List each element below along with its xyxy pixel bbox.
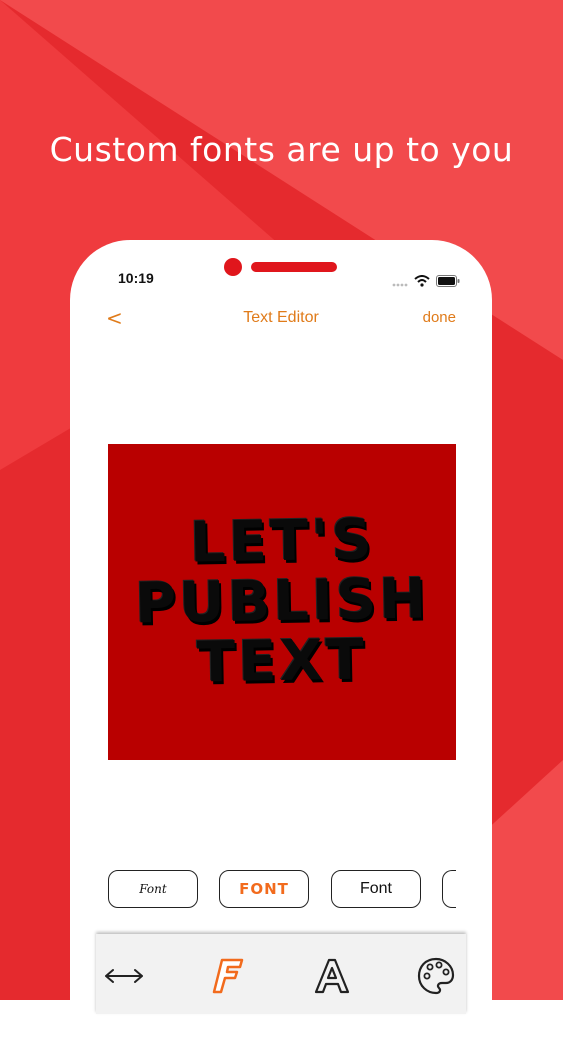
letter-a-icon [314,958,350,994]
done-button[interactable]: done [423,309,456,326]
status-icons [392,272,460,291]
bottom-toolbar [96,934,466,1014]
text-canvas[interactable]: LET'S PUBLISH TEXT [108,444,456,760]
nav-bar: < Text Editor done [70,306,492,330]
font-f-icon [212,958,244,994]
font-options-row: Font FONT Font [106,868,456,912]
text-tool-button[interactable] [310,954,354,998]
resize-tool-button[interactable] [102,954,146,998]
font-option-label: Font [139,882,167,896]
status-time: 10:19 [118,270,154,286]
headline: Custom fonts are up to you [49,130,514,169]
canvas-text-line: LET'S [189,507,375,576]
canvas-text-line: TEXT [196,627,368,696]
color-tool-button[interactable] [414,954,458,998]
resize-arrows-icon [105,969,143,983]
font-option-script[interactable]: Font [108,870,198,908]
font-option-label: FONT [239,880,289,898]
font-option-bold[interactable]: FONT [219,870,309,908]
speaker-grille [251,262,337,272]
palette-icon [417,957,455,995]
font-option-label: Font [359,880,392,897]
font-tool-button[interactable] [206,954,250,998]
wifi-icon [414,272,430,291]
font-option-partial[interactable] [442,870,456,908]
font-option-regular[interactable]: Font [331,870,421,908]
signal-icon [392,272,408,291]
camera-icon [224,258,242,276]
canvas-text-line: PUBLISH [134,566,430,637]
status-bar: 10:19 [70,240,492,300]
phone-mockup: 10:19 < Text Editor done LET'S PUBLISH T… [70,240,492,1040]
battery-icon [436,272,460,291]
